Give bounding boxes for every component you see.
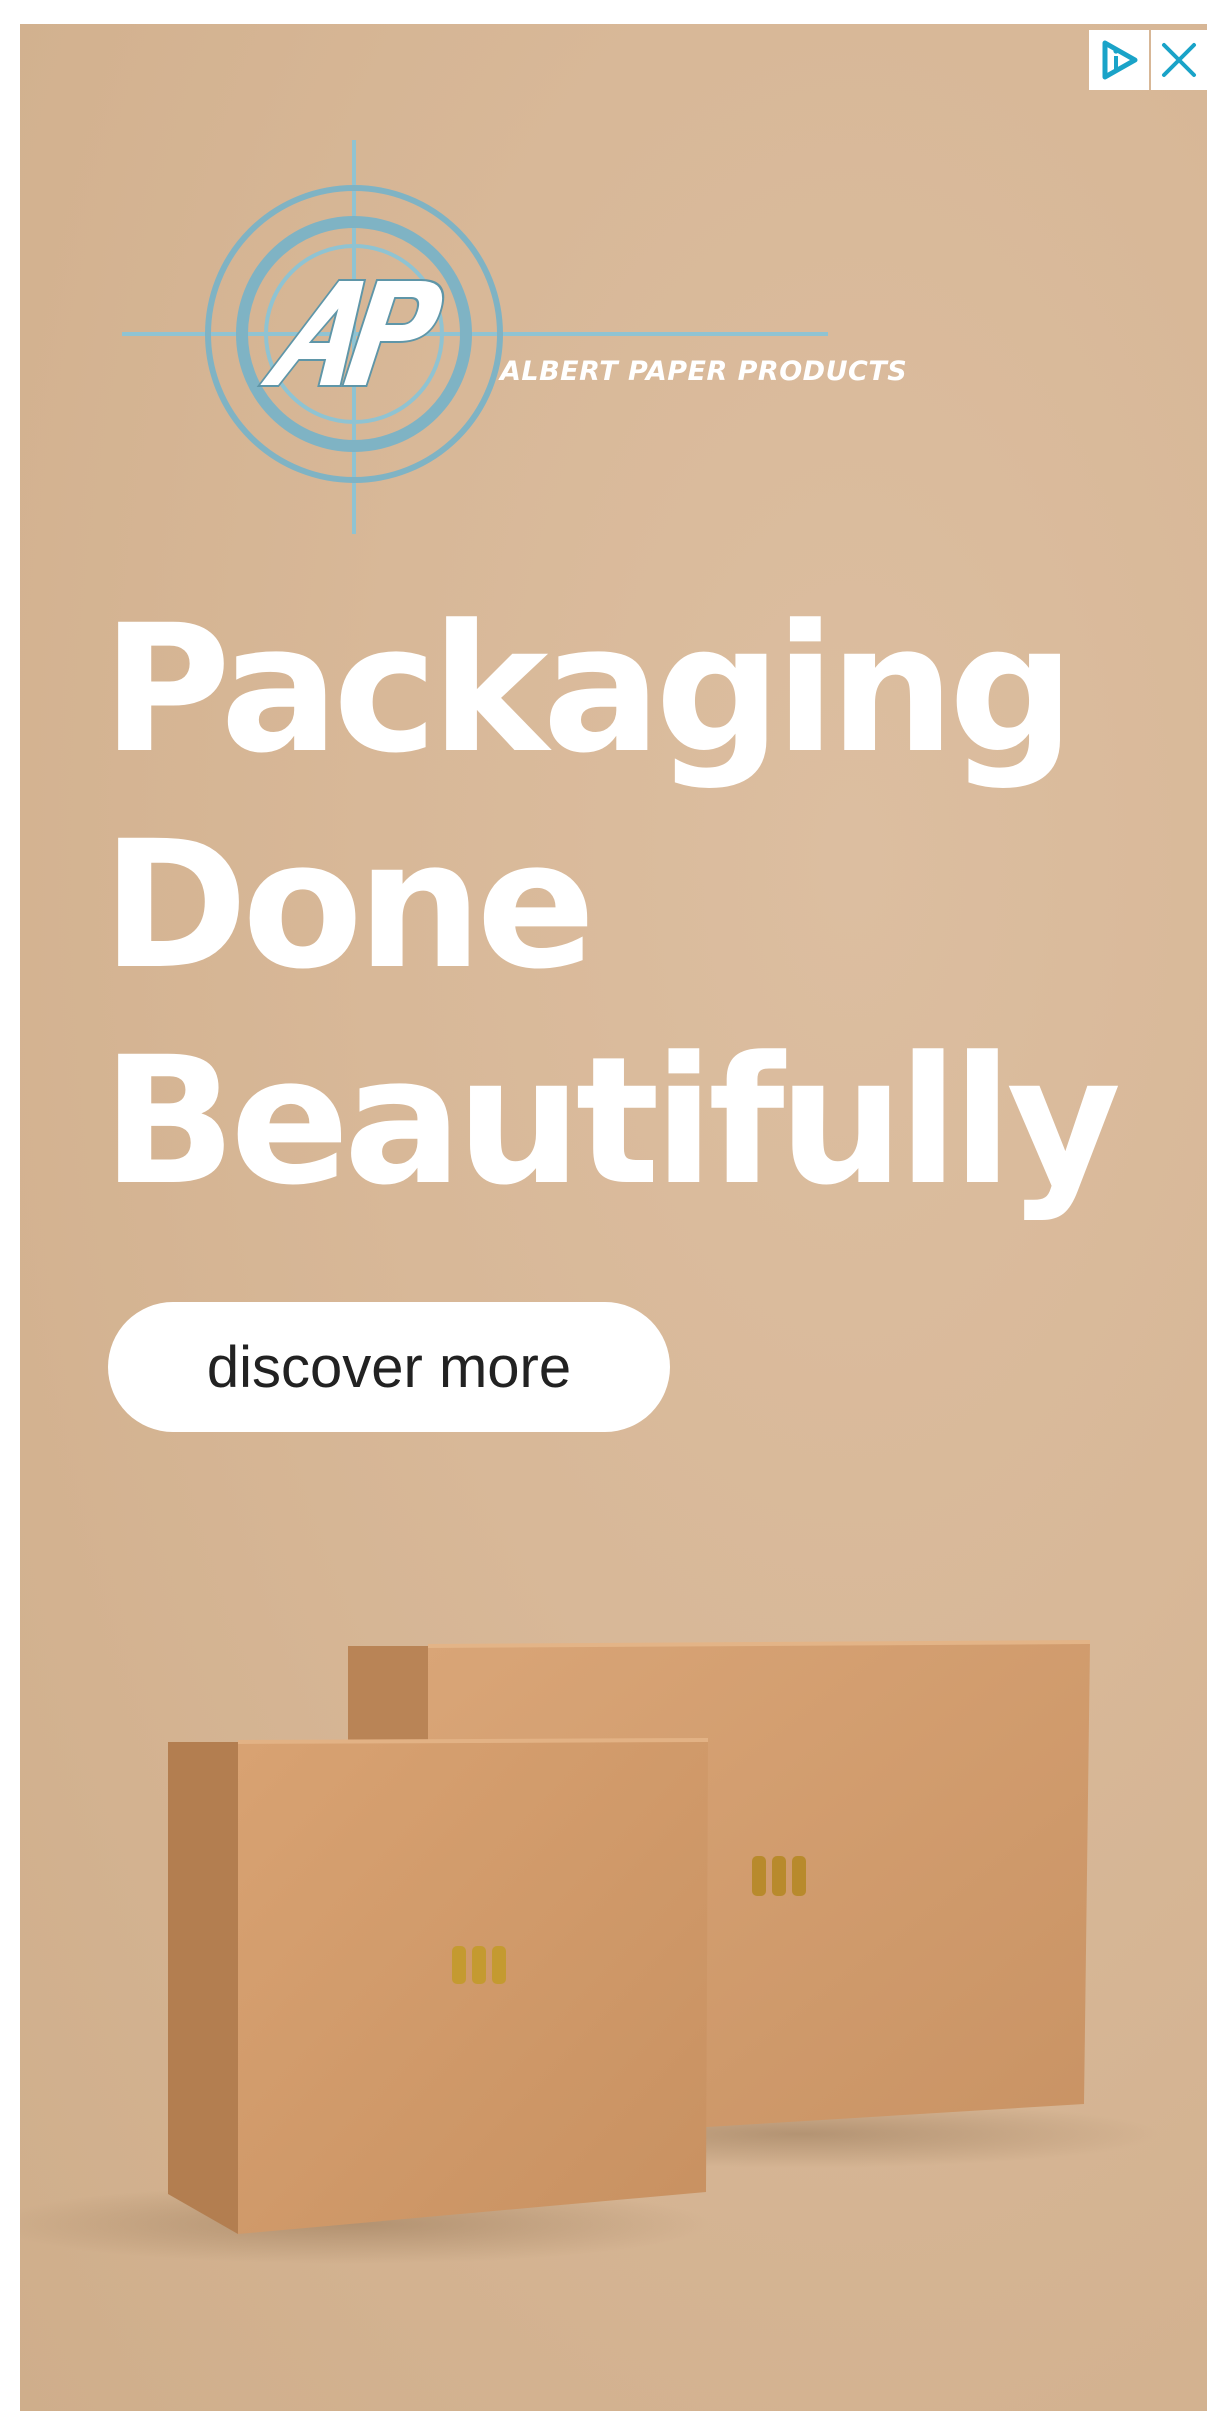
headline-line-3: Beautifully: [102, 1019, 1121, 1224]
packaging-boxes-image: [20, 1640, 1160, 2264]
close-icon: [1162, 43, 1196, 77]
close-ad-button[interactable]: [1151, 30, 1207, 90]
adchoices-button[interactable]: [1089, 30, 1149, 90]
headline-line-1: Packaging: [102, 587, 1075, 792]
headline-line-2: Done: [102, 803, 596, 1008]
advertisement[interactable]: ALBERT PAPER PRODUCTS Packaging Done Bea…: [20, 24, 1207, 2411]
product-image: [20, 1604, 1207, 2324]
headline: Packaging Done Beautifully: [102, 582, 1182, 1230]
brand-name: ALBERT PAPER PRODUCTS: [500, 356, 908, 387]
discover-more-button[interactable]: discover more: [108, 1302, 670, 1432]
crosshair-logo-icon: [122, 140, 828, 534]
adchoices-icon: [1102, 40, 1138, 80]
brand-logo[interactable]: ALBERT PAPER PRODUCTS: [100, 116, 907, 536]
